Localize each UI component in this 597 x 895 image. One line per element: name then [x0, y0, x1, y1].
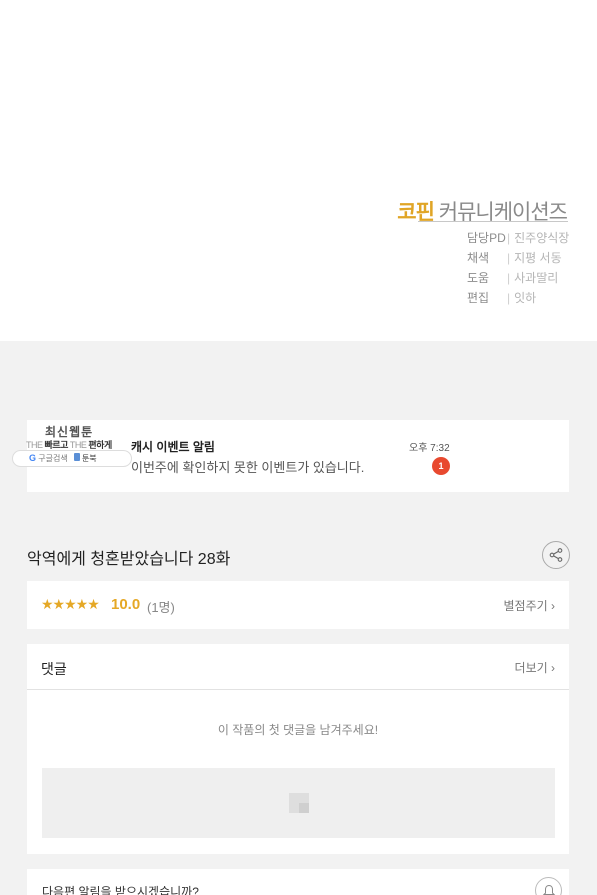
share-icon	[549, 548, 563, 562]
bell-toggle-button[interactable]	[535, 877, 562, 895]
rating-count: (1명)	[147, 600, 175, 615]
placeholder-square	[298, 803, 309, 813]
book-name: 툰북	[81, 454, 97, 463]
credit-name: 진주양식장	[514, 231, 570, 245]
placeholder-image-icon	[288, 793, 309, 813]
comment-input-area[interactable]	[42, 768, 555, 838]
rate-button[interactable]: 별점주기 ›	[504, 597, 556, 614]
star-rating-icon: ★★★★★	[41, 596, 100, 612]
comments-title: 댓글	[41, 661, 67, 677]
credit-role: 채색	[467, 251, 490, 265]
credit-row: 담당PD| 진주양식장	[467, 229, 569, 246]
credit-name: 지평 서동	[514, 251, 562, 265]
comments-header: 댓글 더보기 ›	[27, 644, 569, 690]
credit-name: 잇하	[514, 291, 537, 305]
search-label: 구글검색	[38, 454, 68, 463]
tagline-the: THE	[69, 440, 87, 450]
more-comments-button[interactable]: 더보기 ›	[515, 659, 555, 676]
credit-separator: |	[507, 251, 511, 265]
google-g: G	[29, 453, 37, 463]
credit-row: 도움 | 사과딸리	[467, 269, 558, 286]
brand-watermark: 최신웹툰 THE 빠르고 THE 편하게 G 구글검색 툰북	[12, 421, 134, 469]
credit-role: 편집	[467, 291, 490, 305]
notification-message: 이번주에 확인하지 못한 이벤트가 있습니다.	[131, 460, 365, 475]
credit-row: 편집 | 잇하	[467, 289, 536, 306]
brand-search-pill: G 구글검색 툰북	[12, 450, 132, 467]
rating-score: 10.0	[111, 596, 141, 613]
tagline-the: THE	[26, 440, 43, 450]
alert-text: 다음편 알림을 받으시겠습니까?	[42, 885, 199, 895]
credit-role: 도움	[467, 271, 490, 285]
tagline-fast: 빠르고	[44, 440, 69, 450]
credit-name: 사과딸리	[514, 271, 559, 285]
bell-icon	[542, 884, 555, 895]
notification-badge: 1	[432, 457, 450, 475]
credit-separator: |	[507, 271, 511, 285]
credit-separator: |	[507, 291, 511, 305]
credit-row: 채색 | 지평 서동	[467, 249, 562, 266]
share-button[interactable]	[542, 541, 570, 569]
notification-time: 오후 7:32	[409, 443, 450, 454]
rating-box: ★★★★★ 10.0 (1명) 별점주기 ›	[27, 581, 569, 629]
google-icon: G 구글검색	[29, 453, 68, 464]
empty-comments-message: 이 작품의 첫 댓글을 남겨주세요!	[217, 723, 379, 737]
episode-title: 악역에게 청혼받았습니다 28화	[27, 551, 231, 568]
tagline-easy: 편하게	[88, 440, 112, 450]
logo-underline	[418, 221, 568, 222]
book-label: 툰북	[73, 453, 97, 464]
book-icon	[73, 453, 80, 461]
next-episode-alert: 다음편 알림을 받으시겠습니까?	[27, 869, 569, 895]
credits-panel: 코핀 커뮤니케이션즈 담당PD| 진주양식장 채색 | 지평 서동 도움 | 사과딸리 편…	[0, 0, 597, 341]
credit-role: 담당PD	[467, 231, 506, 245]
comments-section: 댓글 더보기 › 이 작품의 첫 댓글을 남겨주세요!	[27, 644, 569, 854]
notification-title: 캐시 이벤트 알림	[131, 440, 215, 454]
credit-separator: |	[507, 231, 511, 245]
